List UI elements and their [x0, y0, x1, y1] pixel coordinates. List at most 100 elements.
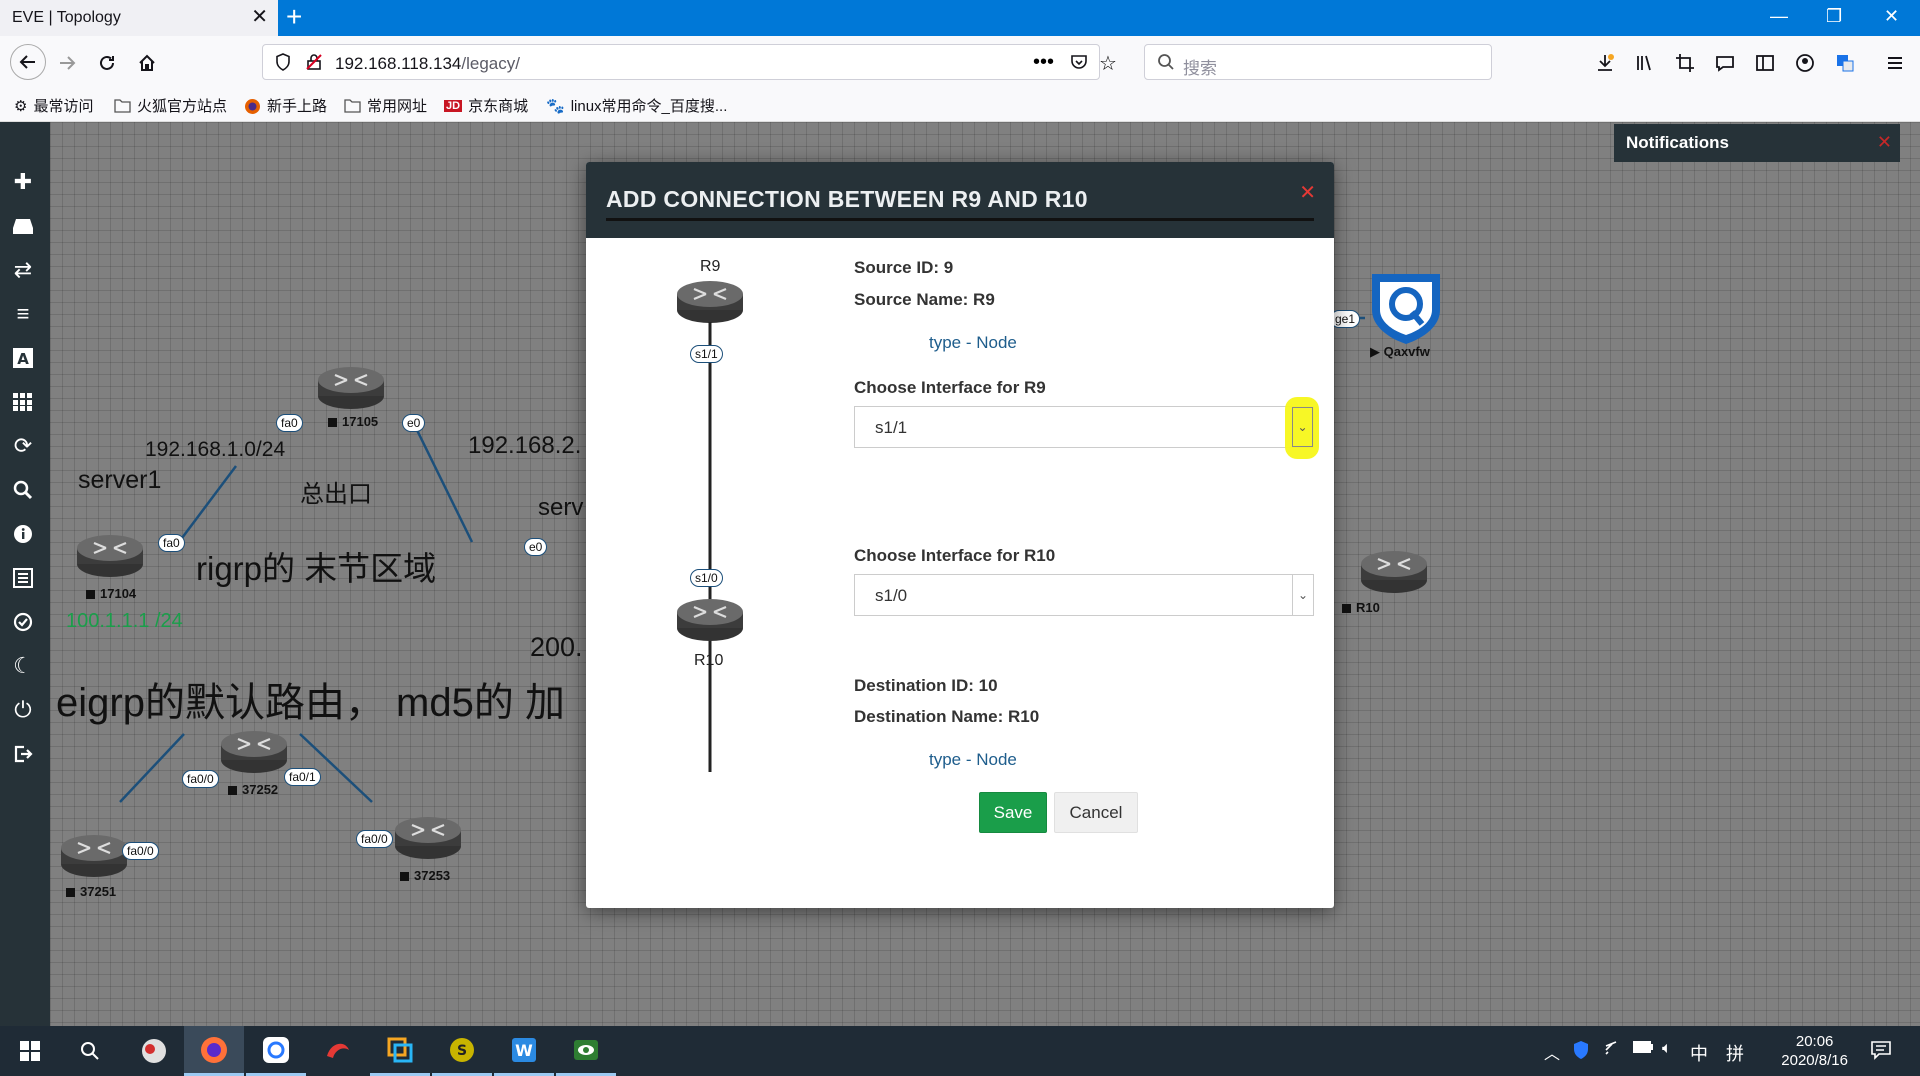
- interface-label[interactable]: fa0: [158, 534, 185, 552]
- url-bar[interactable]: 192.168.118.134/legacy/ ••• ☆: [262, 44, 1117, 80]
- router-icon[interactable]: [317, 366, 385, 410]
- library-icon[interactable]: [1630, 48, 1660, 78]
- wifi-icon[interactable]: [1604, 1040, 1624, 1063]
- start-button[interactable]: [0, 1026, 60, 1076]
- interface-label[interactable]: fa0/1: [284, 768, 321, 786]
- chevron-down-icon[interactable]: ⌄: [1292, 407, 1313, 447]
- router-icon[interactable]: [394, 816, 462, 860]
- info-icon[interactable]: [11, 522, 35, 546]
- canvas-text[interactable]: 200.: [530, 632, 583, 663]
- windows-icon: [20, 1041, 40, 1061]
- page-actions-icon[interactable]: •••: [1033, 51, 1054, 74]
- interface-label[interactable]: fa0/0: [182, 770, 219, 788]
- close-window-icon[interactable]: ✕: [1884, 6, 1899, 27]
- bookmark-item[interactable]: ⚙ 最常访问: [14, 95, 93, 116]
- browser-tab[interactable]: EVE | Topology ✕: [0, 0, 278, 36]
- router-icon[interactable]: [220, 730, 288, 774]
- destination-interface-select[interactable]: s1/0 ⌄: [854, 574, 1314, 616]
- bookmark-item[interactable]: 🐾 linux常用命令_百度搜...: [546, 95, 727, 116]
- menu-icon[interactable]: [1880, 48, 1910, 78]
- lab-list-icon[interactable]: [11, 566, 35, 590]
- insecure-lock-icon[interactable]: [305, 53, 323, 76]
- screenshot-icon[interactable]: [1670, 48, 1700, 78]
- taskbar-app[interactable]: [556, 1026, 616, 1076]
- startup-configs-icon[interactable]: ≡: [11, 301, 35, 326]
- canvas-text[interactable]: eigrp的默认路由， md5的 加: [56, 670, 565, 728]
- shield-tray-icon[interactable]: [1572, 1040, 1590, 1065]
- node-label: R10: [1342, 600, 1380, 615]
- chevron-up-icon[interactable]: ︿: [1544, 1040, 1560, 1064]
- router-icon[interactable]: [76, 534, 144, 578]
- clock-date: 2020/8/16: [1781, 1052, 1848, 1069]
- reload-icon[interactable]: [92, 48, 122, 78]
- canvas-text[interactable]: rigrp的 末节区域: [196, 542, 436, 590]
- interface-label[interactable]: fa0/0: [356, 830, 393, 848]
- pocket-icon[interactable]: [1069, 52, 1089, 77]
- router-icon[interactable]: [1360, 550, 1428, 594]
- bookmark-item[interactable]: 新手上路: [244, 95, 327, 116]
- zoom-icon[interactable]: [11, 478, 35, 502]
- source-interface-select[interactable]: s1/1 ⌄: [854, 397, 1319, 459]
- interface-label[interactable]: e0: [402, 414, 426, 432]
- notifications-close-icon[interactable]: ✕: [1877, 132, 1892, 153]
- refresh-icon[interactable]: ⟳: [11, 433, 35, 458]
- bookmark-item[interactable]: 火狐官方站点: [114, 95, 227, 116]
- networks-icon[interactable]: ⇄: [11, 257, 35, 282]
- text-icon[interactable]: A: [11, 346, 35, 370]
- battery-icon[interactable]: [1632, 1040, 1654, 1059]
- taskbar-app[interactable]: [370, 1026, 430, 1076]
- interface-label[interactable]: e0: [524, 538, 548, 556]
- back-icon[interactable]: [10, 44, 46, 80]
- nodes-icon[interactable]: [11, 214, 35, 238]
- search-button[interactable]: [60, 1026, 120, 1076]
- taskbar-app[interactable]: [124, 1026, 184, 1076]
- canvas-text[interactable]: 192.168.2.: [468, 432, 581, 460]
- bookmark-item[interactable]: 常用网址: [344, 95, 427, 116]
- restore-icon[interactable]: ❐: [1826, 6, 1842, 27]
- interface-label[interactable]: fa0/0: [122, 842, 159, 860]
- tab-close-icon[interactable]: ✕: [251, 7, 268, 27]
- account-icon[interactable]: [1790, 48, 1820, 78]
- taskbar-app[interactable]: S: [432, 1026, 492, 1076]
- volume-icon[interactable]: 🔈︎: [1662, 1040, 1672, 1058]
- minimize-icon[interactable]: —: [1770, 6, 1788, 27]
- ime-indicator[interactable]: 中: [1690, 1040, 1708, 1066]
- downloads-icon[interactable]: [1590, 48, 1620, 78]
- dark-mode-icon[interactable]: ☾: [11, 653, 35, 678]
- canvas-text[interactable]: server1: [78, 466, 161, 495]
- power-icon[interactable]: ⏻: [11, 697, 35, 722]
- taskbar-firefox[interactable]: [184, 1026, 244, 1076]
- taskbar-app[interactable]: [246, 1026, 306, 1076]
- search-input[interactable]: 搜索: [1144, 44, 1492, 80]
- canvas-text[interactable]: serv: [538, 494, 583, 522]
- home-icon[interactable]: [132, 48, 162, 78]
- notification-center-icon[interactable]: [1870, 1040, 1892, 1065]
- modal-close-icon[interactable]: ✕: [1299, 180, 1316, 205]
- interface-label[interactable]: fa0: [276, 414, 303, 432]
- interface-label[interactable]: ge1: [1330, 310, 1361, 328]
- cancel-button[interactable]: Cancel: [1054, 792, 1138, 833]
- firewall-node[interactable]: ▶ Qaxvfw: [1366, 270, 1446, 360]
- system-clock[interactable]: 20:06 2020/8/16: [1781, 1032, 1848, 1070]
- sidebar-toggle-icon[interactable]: [1750, 48, 1780, 78]
- bookmark-item[interactable]: JD 京东商城: [444, 95, 528, 116]
- translate-icon[interactable]: [1830, 48, 1860, 78]
- chevron-down-icon[interactable]: ⌄: [1292, 575, 1313, 615]
- canvas-text[interactable]: 总出口: [300, 474, 372, 509]
- new-tab-button[interactable]: +: [286, 2, 302, 32]
- lock-check-icon[interactable]: [11, 610, 35, 634]
- ime-mode-indicator[interactable]: 拼: [1726, 1040, 1744, 1066]
- bookmark-star-icon[interactable]: ☆: [1099, 51, 1117, 76]
- add-object-icon[interactable]: ✚: [11, 169, 35, 194]
- grid-icon[interactable]: [11, 390, 35, 414]
- forward-icon[interactable]: [52, 48, 82, 78]
- save-button[interactable]: Save: [979, 792, 1047, 833]
- canvas-text[interactable]: 100.1.1.1 /24: [66, 610, 183, 633]
- chat-icon[interactable]: [1710, 48, 1740, 78]
- taskbar-app[interactable]: W: [494, 1026, 554, 1076]
- taskbar-app[interactable]: [308, 1026, 368, 1076]
- router-icon[interactable]: [60, 834, 128, 878]
- shield-icon[interactable]: [275, 53, 291, 76]
- logout-icon[interactable]: [11, 742, 35, 766]
- canvas-text[interactable]: 192.168.1.0/24: [145, 438, 285, 462]
